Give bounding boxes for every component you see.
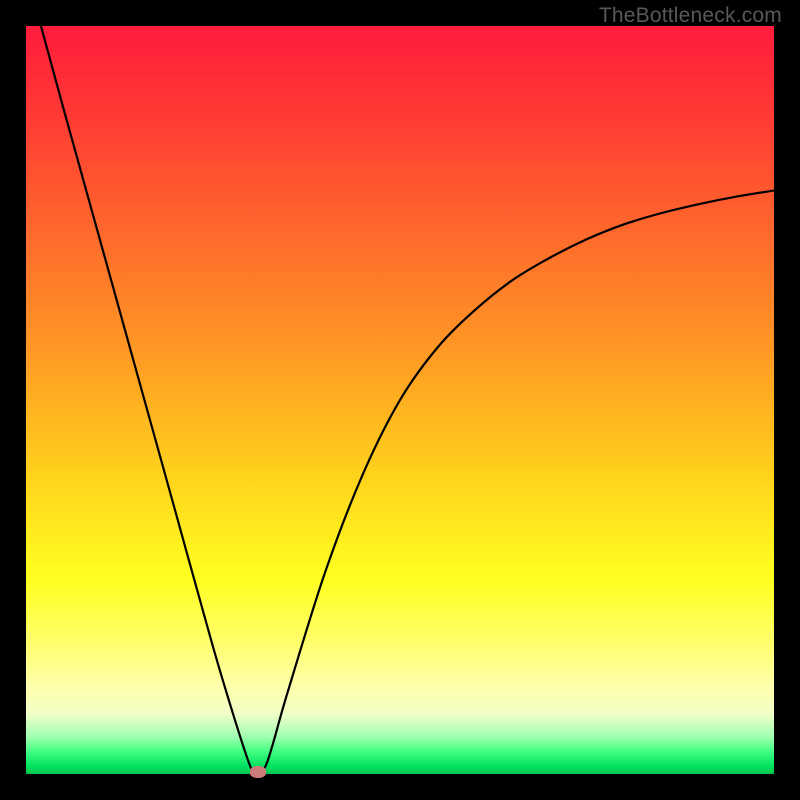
watermark-text: TheBottleneck.com [599,4,782,28]
chart-frame: TheBottleneck.com [0,0,800,800]
plot-area [26,26,774,774]
optimal-marker [250,766,266,778]
bottleneck-curve [26,26,774,774]
